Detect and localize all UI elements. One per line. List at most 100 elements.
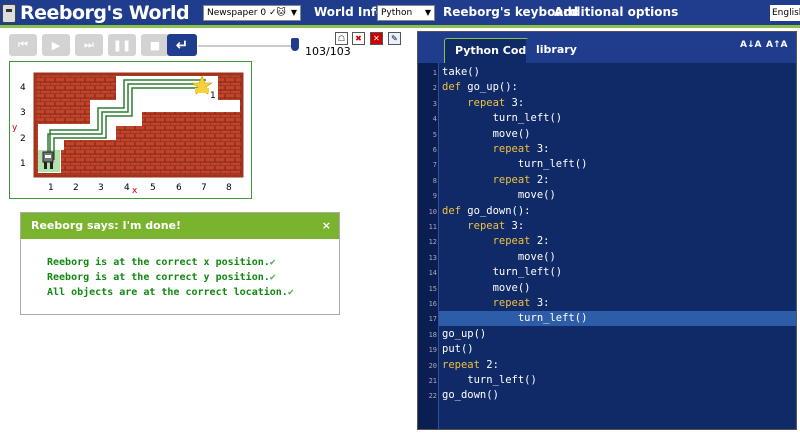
speed-slider-track[interactable]	[198, 45, 298, 47]
chevron-down-icon: ▼	[424, 8, 431, 17]
delete-tool-button[interactable]: ✖	[352, 32, 365, 45]
line-number: 14	[428, 269, 437, 278]
line-number: 17	[428, 315, 437, 324]
checkmark-icon: ✔	[269, 257, 276, 268]
font-decrease-button[interactable]: A↓A	[740, 40, 761, 50]
code-area[interactable]: 1 2 3 4 5 6 7 8 9 10 11 12 13 14 15 16 17 18 19 20 21 22 take…	[418, 63, 796, 429]
line-number: 7	[432, 161, 437, 170]
x-tick: 1	[48, 183, 54, 193]
app-title: Reeborg's World	[20, 2, 190, 24]
world-info-button[interactable]: World Info	[314, 5, 384, 19]
pause-button[interactable]: ❚❚	[108, 34, 136, 56]
line-number: 10	[428, 207, 437, 216]
dialog-title: Reeborg says: I'm done!	[31, 219, 182, 232]
code-line[interactable]: def go_up():	[442, 81, 518, 93]
goal-count: 1	[210, 91, 216, 101]
result-line: Reeborg is at the correct x position.✔	[47, 257, 276, 268]
y-tick: 1	[20, 159, 26, 169]
code-line[interactable]: move()	[442, 128, 531, 140]
delete-icon: ✖	[355, 34, 362, 43]
font-increase-button[interactable]: A↑A	[766, 40, 787, 50]
stop-icon: ■	[149, 38, 161, 52]
y-tick: 2	[20, 134, 26, 144]
code-line[interactable]: repeat 2:	[442, 359, 499, 371]
code-line[interactable]: repeat 2:	[442, 174, 550, 186]
x-axis-label: x	[132, 186, 138, 196]
code-line[interactable]: go_down()	[442, 389, 499, 401]
run-button[interactable]: ▶	[42, 34, 70, 56]
code-line[interactable]: turn_left()	[442, 158, 588, 170]
line-number: 21	[428, 377, 437, 385]
code-line[interactable]: take()	[442, 66, 480, 78]
y-axis-label: y	[12, 123, 18, 133]
line-number: 9	[432, 192, 437, 201]
step-counter: 103/103	[305, 45, 351, 58]
line-number: 12	[428, 238, 437, 247]
tab-library[interactable]: library	[526, 38, 587, 63]
line-number: 18	[428, 330, 437, 339]
code-line[interactable]: turn_left()	[442, 374, 537, 386]
robot-tool-button[interactable]: ☖	[335, 32, 348, 45]
erase-icon: ✕	[373, 34, 380, 43]
done-dialog: Reeborg says: I'm done! × Reeborg is at …	[20, 212, 340, 315]
result-line: All objects are at the correct location.…	[47, 287, 294, 298]
robot-icon: ☖	[337, 34, 346, 43]
line-number: 19	[428, 346, 437, 355]
code-line[interactable]: repeat 3:	[442, 220, 524, 232]
x-tick: 5	[150, 183, 156, 193]
play-icon: ▶	[51, 38, 61, 52]
return-arrow-icon: ↵	[175, 36, 189, 54]
code-line[interactable]: repeat 2:	[442, 235, 550, 247]
close-icon[interactable]: ×	[322, 213, 331, 239]
additional-options-button[interactable]: Additional options	[554, 5, 678, 19]
y-tick: 4	[20, 83, 26, 93]
code-line[interactable]: move()	[442, 189, 556, 201]
line-number: 13	[428, 253, 437, 262]
line-number: 11	[428, 223, 437, 231]
code-line[interactable]: turn_left()	[442, 312, 588, 324]
code-line[interactable]: go_up()	[442, 328, 486, 340]
return-button[interactable]: ↵	[167, 34, 197, 56]
skip-back-icon: ⏮	[18, 38, 28, 51]
line-number: 15	[428, 284, 437, 293]
world-map: 1 1 2 3 4 x 5 6 7 8 1 2 y 3 4	[12, 72, 244, 196]
edit-world-button[interactable]: ✎	[388, 32, 401, 45]
step-button[interactable]: ⏭	[75, 34, 103, 56]
erase-tool-button[interactable]: ✕	[370, 32, 383, 45]
code-line[interactable]: move()	[442, 251, 556, 263]
code-line[interactable]: repeat 3:	[442, 97, 524, 109]
language-select[interactable]: Python ▼	[377, 5, 435, 21]
code-line[interactable]: put()	[442, 343, 474, 355]
code-line[interactable]: turn_left()	[442, 112, 563, 124]
line-number: 20	[428, 361, 437, 370]
speed-slider-thumb[interactable]	[291, 38, 299, 51]
open-cell	[142, 100, 240, 112]
y-tick: 3	[20, 108, 26, 118]
reeborg-logo-icon	[2, 3, 16, 23]
world-select[interactable]: Newspaper 0 ✓🐱 ▼	[203, 5, 301, 21]
code-line[interactable]: repeat 3:	[442, 143, 550, 155]
line-number: 6	[432, 146, 437, 154]
line-number: 5	[432, 130, 437, 139]
code-line[interactable]: repeat 3:	[442, 297, 550, 309]
dialog-header: Reeborg says: I'm done! ×	[21, 213, 339, 239]
world-canvas: 1 1 2 3 4 x 5 6 7 8 1 2 y 3 4	[9, 61, 252, 199]
reload-button[interactable]: ⏮	[9, 34, 37, 56]
code-line[interactable]: turn_left()	[442, 266, 563, 278]
line-number: 2	[432, 84, 437, 93]
line-number: 4	[432, 115, 437, 124]
stop-button[interactable]: ■	[141, 34, 169, 56]
x-tick: 8	[226, 183, 232, 193]
code-line[interactable]: move()	[442, 282, 531, 294]
x-tick: 6	[176, 183, 182, 193]
chevron-down-icon: ▼	[290, 8, 297, 17]
line-number: 1	[432, 69, 437, 77]
x-tick: 7	[201, 183, 207, 193]
app-logo: Reeborg's World	[2, 2, 190, 24]
code-line[interactable]: def go_down():	[442, 205, 531, 217]
ui-language-button[interactable]: English	[770, 5, 800, 21]
x-tick: 2	[73, 183, 79, 193]
line-number: 16	[428, 300, 437, 308]
edit-icon: ✎	[391, 34, 398, 43]
result-line: Reeborg is at the correct y position.✔	[47, 272, 276, 283]
